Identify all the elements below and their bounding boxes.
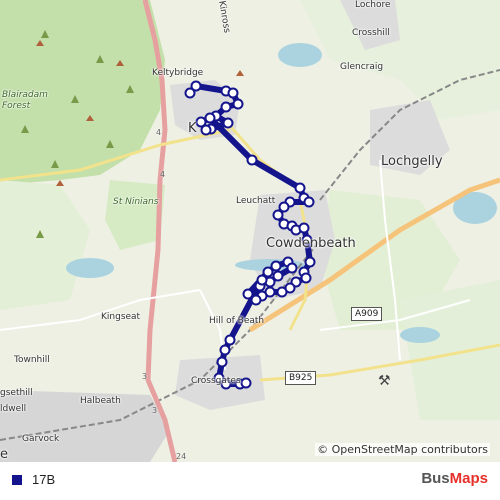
loch-water <box>278 43 322 67</box>
place-label-leuchatt: Leuchatt <box>236 196 276 206</box>
place-label-halbeath: Halbeath <box>80 396 121 406</box>
place-label-gsethill: gsethill <box>0 388 33 398</box>
route-color-swatch <box>12 475 22 485</box>
bus-stop-marker[interactable] <box>220 101 232 113</box>
road-number: 3 <box>142 372 148 381</box>
bus-stop-marker[interactable] <box>304 256 316 268</box>
bus-stop-marker[interactable] <box>224 334 236 346</box>
place-label-kelty: K <box>188 121 197 136</box>
place-label-kingseat: Kingseat <box>101 312 141 322</box>
place-label-townhill: Townhill <box>14 355 50 365</box>
bus-stop-marker[interactable] <box>276 286 288 298</box>
bus-stop-marker[interactable] <box>270 260 282 272</box>
bus-stop-marker[interactable] <box>240 377 252 389</box>
place-label-garvock: Garvock <box>22 434 60 444</box>
map-basemap: ⚒ <box>0 0 500 462</box>
bus-stop-marker[interactable] <box>303 196 315 208</box>
bus-stop-marker[interactable] <box>272 209 284 221</box>
place-label-glencraig: Glencraig <box>340 62 384 72</box>
bus-stop-marker[interactable] <box>272 270 284 282</box>
road-number: 24 <box>176 452 187 461</box>
place-label-ldwell: ldwell <box>0 404 27 414</box>
mine-icon: ⚒ <box>378 373 391 389</box>
place-label-lochgelly: Lochgelly <box>381 154 443 169</box>
place-label-st-ninians: St Ninians <box>113 197 159 207</box>
place-label-cowdenbeath: Cowdenbeath <box>266 236 356 251</box>
bus-stop-marker[interactable] <box>262 266 274 278</box>
bus-stop-marker[interactable] <box>294 182 306 194</box>
place-label-lochore: Lochore <box>355 0 391 10</box>
logo-maps-text: Maps <box>449 470 488 487</box>
bus-stop-marker[interactable] <box>286 262 298 274</box>
place-label-crossgates: Crossgates <box>191 376 241 386</box>
road-number: 3 <box>152 406 158 415</box>
bus-stop-marker[interactable] <box>300 272 312 284</box>
bus-stop-marker[interactable] <box>219 344 231 356</box>
map-attribution[interactable]: © OpenStreetMap contributors <box>315 443 490 456</box>
road-label-a909: A909 <box>351 307 383 321</box>
bus-stop-marker[interactable] <box>250 294 262 306</box>
bus-stop-marker[interactable] <box>246 154 258 166</box>
bus-stop-marker[interactable] <box>232 98 244 110</box>
loch-fitty-water <box>66 258 114 278</box>
road-number: 4 <box>156 128 162 137</box>
bus-stop-marker[interactable] <box>298 222 310 234</box>
bus-stop-marker[interactable] <box>195 116 207 128</box>
bus-stop-marker[interactable] <box>256 274 268 286</box>
place-label-edge: e <box>0 447 8 462</box>
bus-stop-marker[interactable] <box>204 112 216 124</box>
logo-bus-text: Bus <box>421 470 450 487</box>
map-canvas[interactable]: ⚒ Lochore Crosshill Glencraig Kinross Ke… <box>0 0 500 462</box>
bus-stop-marker[interactable] <box>278 201 290 213</box>
busmaps-logo[interactable]: BusMaps <box>421 470 488 487</box>
bus-stop-marker[interactable] <box>227 87 239 99</box>
bus-stop-marker[interactable] <box>222 117 234 129</box>
bus-stop-marker[interactable] <box>242 288 254 300</box>
place-label-hill-of-beath: Hill of Beath <box>209 316 265 326</box>
route-name-label[interactable]: 17B <box>32 472 55 487</box>
bus-stop-marker[interactable] <box>216 356 228 368</box>
road-number: 4 <box>160 170 166 179</box>
place-label-crosshill: Crosshill <box>352 28 390 38</box>
road-label-b925: B925 <box>285 371 317 385</box>
place-label-keltybridge: Keltybridge <box>152 68 204 78</box>
place-label-blairadam-forest: Blairadam Forest <box>2 90 48 111</box>
bus-stop-marker[interactable] <box>190 80 202 92</box>
